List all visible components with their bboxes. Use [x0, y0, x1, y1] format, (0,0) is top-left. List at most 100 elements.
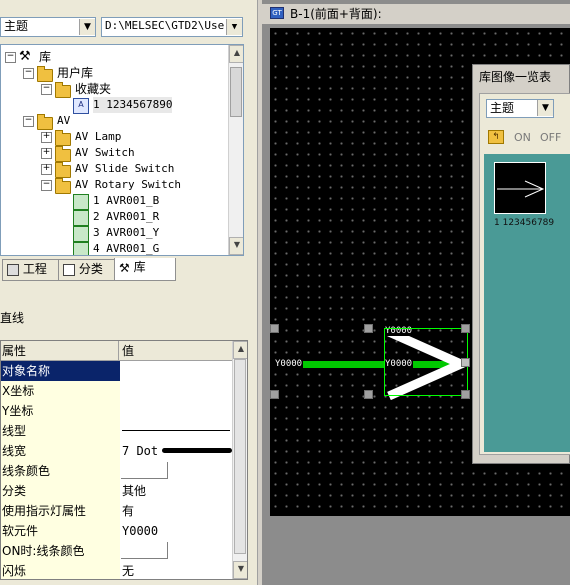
property-value[interactable] — [120, 361, 235, 381]
chevron-down-icon[interactable]: ▼ — [79, 19, 95, 35]
user-image-icon: A — [73, 98, 89, 114]
header-name[interactable]: 属性 — [1, 341, 119, 361]
expand-icon[interactable]: + — [41, 132, 52, 143]
resize-handle[interactable] — [461, 358, 470, 367]
resize-handle[interactable] — [364, 324, 373, 333]
library-tree: − ⚒ 库 − 用户库 − 收藏夹 A 1 1234567890− AV + AV Lamp + AV S… — [0, 44, 244, 256]
tree-item[interactable]: − 用户库 — [1, 65, 227, 82]
expand-icon[interactable]: + — [41, 164, 52, 175]
properties-scrollbar[interactable]: ▲ ▼ — [232, 341, 247, 579]
property-row[interactable]: ON时:线条颜色 — [1, 541, 235, 562]
property-value[interactable]: 无 — [120, 561, 235, 579]
property-row[interactable]: 线型 — [1, 421, 235, 442]
scroll-down-button[interactable]: ▼ — [233, 561, 247, 579]
collapse-icon[interactable]: − — [23, 68, 34, 79]
library-image-area: 1 123456789 — [484, 154, 570, 452]
tree-item-label: 1 1234567890 — [93, 97, 173, 113]
property-value[interactable]: 其他 — [120, 481, 235, 501]
tree-item[interactable]: 3 AVR001_Y — [1, 225, 227, 242]
color-swatch[interactable] — [121, 542, 168, 559]
resize-handle[interactable] — [461, 324, 470, 333]
property-value[interactable] — [120, 461, 235, 481]
tree-item-label: 2 AVR001_R — [93, 210, 160, 223]
tree-item[interactable]: 4 AVR001_G — [1, 241, 227, 255]
property-value[interactable]: 有 — [120, 501, 235, 521]
resize-handle[interactable] — [270, 324, 279, 333]
tree-item-label: 3 AVR001_Y — [93, 226, 160, 239]
scroll-down-button[interactable]: ▼ — [229, 237, 243, 255]
chevron-down-icon[interactable]: ▼ — [537, 100, 553, 116]
library-item-label: 1 123456789 — [494, 218, 555, 228]
header-value[interactable]: 值 — [120, 341, 233, 361]
property-row[interactable]: 线条颜色 — [1, 461, 235, 482]
on-button[interactable]: ON — [514, 131, 531, 144]
project-icon — [7, 263, 19, 276]
property-row[interactable]: 闪烁无 — [1, 561, 235, 579]
tree-item-label: AV Switch — [75, 146, 135, 159]
tree-item-label: 1 AVR001_B — [93, 194, 160, 207]
up-folder-icon[interactable]: ↰ — [488, 130, 504, 144]
arrow-thumbnail-icon — [497, 180, 545, 198]
property-row[interactable]: 分类 其他 — [1, 481, 235, 502]
property-row[interactable]: 线宽 7 Dot — [1, 441, 235, 462]
property-value[interactable]: 7 Dot — [120, 441, 235, 461]
tree-item[interactable]: 2 AVR001_R — [1, 209, 227, 226]
tree-item[interactable]: − 收藏夹 — [1, 81, 227, 98]
resize-handle[interactable] — [270, 390, 279, 399]
tree-item[interactable]: A1 1234567890 — [1, 97, 227, 114]
device-label: Y0000 — [274, 359, 304, 369]
property-row[interactable]: 软元件 Y0000 — [1, 521, 235, 542]
chevron-down-icon[interactable]: ▼ — [226, 19, 242, 35]
library-filter-select[interactable]: 主题 ▼ — [486, 99, 554, 118]
expand-icon[interactable]: + — [41, 148, 52, 159]
tree-item[interactable]: 1 AVR001_B — [1, 193, 227, 210]
scroll-up-button[interactable]: ▲ — [229, 45, 243, 63]
wrench-hammer-icon: ⚒ — [19, 49, 31, 64]
library-item-thumbnail[interactable] — [494, 162, 546, 214]
collapse-icon[interactable]: − — [23, 116, 34, 127]
property-name: X坐标 — [1, 381, 121, 401]
tree-item[interactable]: − AV Rotary Switch — [1, 177, 227, 194]
properties-panel: 直线 属性 值 对象名称 X坐标 Y坐标 线型 线宽 7 Dot 线条颜色 分类 其他 使用指示灯… — [0, 290, 258, 585]
tab-category[interactable]: 分类 — [58, 259, 122, 281]
property-row[interactable]: 对象名称 — [1, 361, 235, 382]
property-row[interactable]: X坐标 — [1, 381, 235, 402]
property-value-text: Y0000 — [122, 524, 159, 538]
image-icon — [73, 242, 89, 255]
resize-handle[interactable] — [461, 390, 470, 399]
collapse-icon[interactable]: − — [5, 52, 16, 63]
path-select[interactable]: D:\MELSEC\GTD2\UserL ▼ — [101, 17, 243, 37]
properties-title: 直线 — [0, 311, 25, 325]
tree-item-label: 库 — [39, 50, 52, 64]
collapse-icon[interactable]: − — [41, 84, 52, 95]
property-value[interactable] — [120, 421, 235, 441]
image-icon — [73, 226, 89, 242]
property-value[interactable]: Y0000 — [120, 521, 235, 541]
off-button[interactable]: OFF — [540, 131, 561, 144]
tree-item[interactable]: + AV Lamp — [1, 129, 227, 146]
selection-frame — [384, 328, 468, 396]
tab-project[interactable]: 工程 — [2, 259, 66, 281]
tree-item-label: AV Lamp — [75, 130, 122, 143]
tree-item[interactable]: − ⚒ 库 — [1, 49, 227, 65]
tree-item[interactable]: + AV Slide Switch — [1, 161, 227, 178]
property-row[interactable]: Y坐标 — [1, 401, 235, 422]
property-name: 使用指示灯属性 — [1, 501, 121, 521]
color-swatch[interactable] — [121, 462, 168, 479]
property-value[interactable] — [120, 401, 235, 421]
collapse-icon[interactable]: − — [41, 180, 52, 191]
panel-tabs: 工程 分类 ⚒ 库 — [0, 258, 244, 281]
screen-icon: GT — [270, 7, 284, 19]
property-value[interactable] — [120, 381, 235, 401]
property-value[interactable] — [120, 541, 235, 561]
scroll-up-button[interactable]: ▲ — [233, 341, 247, 359]
property-row[interactable]: 使用指示灯属性有 — [1, 501, 235, 522]
tree-item[interactable]: + AV Switch — [1, 145, 227, 162]
resize-handle[interactable] — [364, 390, 373, 399]
tree-scrollbar[interactable]: ▲ ▼ — [228, 45, 243, 255]
scroll-thumb[interactable] — [234, 359, 246, 554]
tab-library[interactable]: ⚒ 库 — [114, 258, 176, 281]
tree-item[interactable]: − AV — [1, 113, 227, 130]
category-select[interactable]: 主题 ▼ — [0, 17, 96, 37]
scroll-thumb[interactable] — [230, 67, 242, 117]
